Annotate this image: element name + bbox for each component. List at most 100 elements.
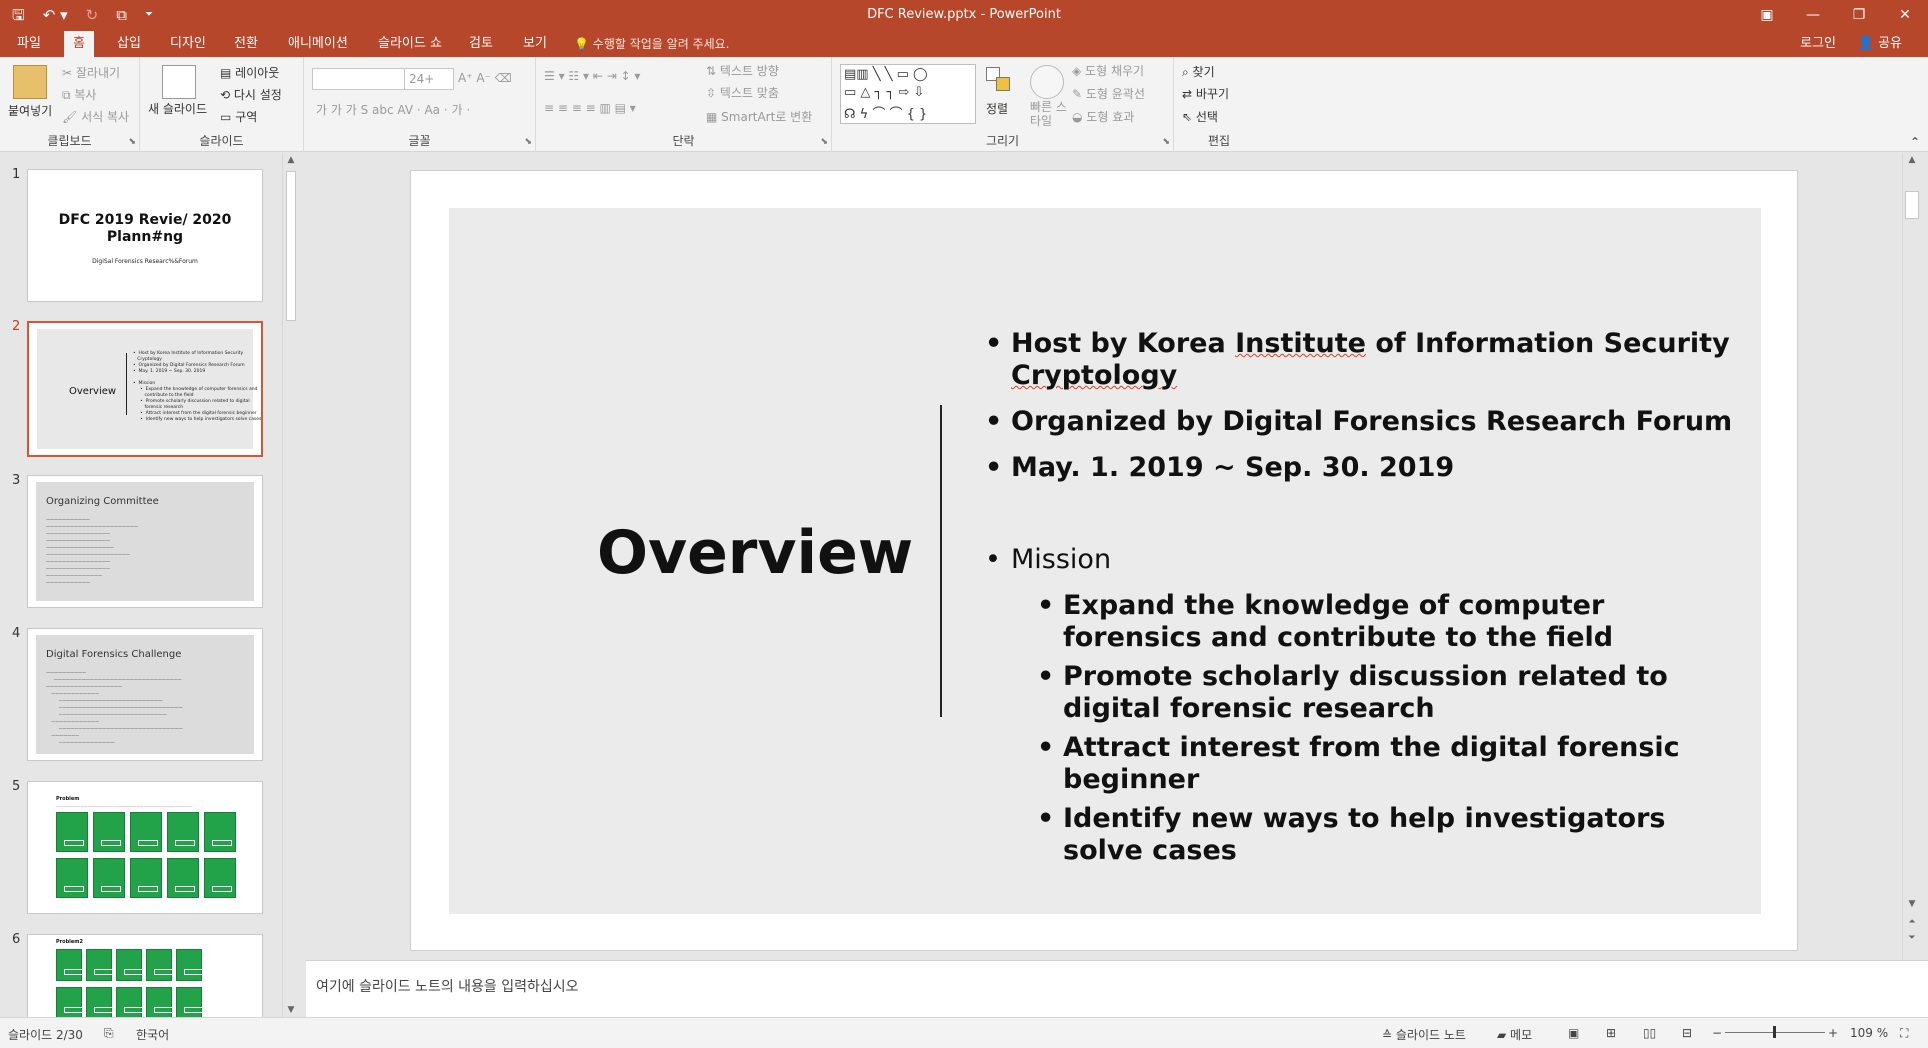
align-buttons-icon[interactable]: ≡ ≡ ≡ ≡ ▥ ▤ ▾ [544,101,636,115]
clipboard-launcher-icon[interactable]: ⬊ [128,137,136,147]
layout-button[interactable]: ▤ 레이아웃 [220,64,279,81]
scroll-down-icon[interactable]: ▼ [1903,899,1921,909]
shape-fill-button[interactable]: ◈ 도형 채우기 [1072,62,1144,79]
person-icon: 👤 [1857,36,1874,51]
tab-review[interactable]: 검토 [460,31,502,57]
align-text-button[interactable]: ⇳ 텍스트 맞춤 [706,84,779,101]
scrollbar-thumb[interactable] [286,171,296,321]
paste-button[interactable]: 붙여넣기 [8,102,52,119]
font-launcher-icon[interactable]: ⬊ [524,137,532,147]
scroll-up-icon[interactable]: ▲ [1903,155,1921,165]
text-direction-button[interactable]: ⇅ 텍스트 방향 [706,62,779,79]
slideshow-view-icon[interactable]: ⊟ [1682,1026,1692,1040]
tab-transitions[interactable]: 전환 [225,31,267,57]
tab-animations[interactable]: 애니메이션 [279,31,357,57]
arrange-icon[interactable] [982,65,1016,99]
slide-thumbnail-5[interactable]: Problem ————————————————————————————————… [27,781,263,914]
arrange-button[interactable]: 정렬 [986,100,1008,117]
slide-thumbnail-6[interactable]: Problem2 [27,934,263,1018]
slide-thumbnail-4[interactable]: Digital Forensics Challenge —————————— —… [27,628,263,761]
zoom-slider-handle[interactable] [1773,1026,1776,1038]
slide-thumbnail-3[interactable]: Organizing Committee ——————————— ———————… [27,475,263,608]
paragraph-group: ☰ ▾ ☷ ▾ ⇤ ⇥ ↕ ▾ ⇅ 텍스트 방향 ⇳ 텍스트 맞춤 ▦ Smar… [536,57,832,152]
notes-toggle-button[interactable]: ≙ 슬라이드 노트 [1382,1026,1466,1043]
quick-styles-button[interactable]: 빠른 스타일 [1030,100,1072,128]
thumbnails-scrollbar[interactable]: ▲ ▼ [282,153,298,1017]
shape-effects-button[interactable]: ◒ 도형 효과 [1072,108,1134,125]
quick-styles-icon[interactable] [1030,65,1064,99]
new-slide-button[interactable]: 새 슬라이드 [148,100,207,117]
thumb-green-box [167,858,199,898]
basic-shapes-icon[interactable]: ▭ △ ┐ ┐ ⇨ ⇩ [844,85,924,100]
find-button[interactable]: ⌕ 찾기 [1182,63,1215,80]
comments-button[interactable]: ▰ 메모 [1497,1026,1532,1043]
reset-button[interactable]: ⟲ 다시 설정 [220,86,282,103]
copy-button[interactable]: ⧉ 복사 [62,86,96,103]
tab-slideshow[interactable]: 슬라이드 쇼 [369,31,451,57]
paste-icon[interactable] [13,65,47,99]
thumb-number: 2 [12,319,21,334]
drawing-launcher-icon[interactable]: ⬊ [1162,137,1170,147]
section-button[interactable]: ▭ 구역 [220,108,257,125]
thumb-background: Overview • Host by Korea Institute of In… [37,329,261,449]
tab-home[interactable]: 홈 [64,31,94,57]
scrollbar-thumb[interactable] [1905,191,1919,219]
maximize-icon[interactable]: ❐ [1836,0,1882,31]
list-buttons-icon[interactable]: ☰ ▾ ☷ ▾ ⇤ ⇥ ↕ ▾ [544,69,640,83]
collapse-ribbon-icon[interactable]: ⌃ [1910,135,1920,149]
scroll-down-icon[interactable]: ▼ [283,1005,299,1015]
freeform-shapes-icon[interactable]: ☊ ϟ ⌒ ⌒ { } [844,103,927,122]
smartart-button[interactable]: ▦ SmartArt로 변환 [706,108,812,125]
textbox-shape-icon[interactable]: ▤▥ ╲ ╲ ▭ ◯ [844,67,928,82]
zoom-level[interactable]: 109 % [1850,1026,1888,1040]
cut-button[interactable]: ✂ 잘라내기 [62,64,120,81]
slide-canvas[interactable]: Overview Host by Korea Institute of Info… [410,170,1798,951]
slides-group-label: 슬라이드 [199,134,244,148]
font-grow-shrink-icon[interactable]: A⁺ A⁻ ⌫ [458,71,512,85]
new-slide-icon[interactable] [162,65,196,99]
zoom-in-icon[interactable]: + [1828,1026,1838,1040]
shapes-gallery[interactable]: ▤▥ ╲ ╲ ▭ ◯ ▭ △ ┐ ┐ ⇨ ⇩ ☊ ϟ ⌒ ⌒ { } [840,64,976,124]
font-name-combo[interactable] [312,68,408,90]
thumb-green-box [56,858,88,898]
effects-icon: ◒ [1072,110,1087,124]
replace-button[interactable]: ⇄ 바꾸기 [1182,85,1229,102]
search-icon: ⌕ [1182,65,1193,79]
font-size-combo[interactable]: 24+ [404,68,454,90]
slide-bullet-list[interactable]: Host by Korea Institute of Information S… [985,328,1745,874]
format-painter-button[interactable]: 🖌 서식 복사 [62,108,129,125]
slides-group: 새 슬라이드 ▤ 레이아웃 ⟲ 다시 설정 ▭ 구역 슬라이드 [140,57,304,152]
tab-file[interactable]: 파일 [8,31,50,57]
slide-sorter-icon[interactable]: ⊞ [1606,1026,1616,1040]
thumb-green-box [130,858,162,898]
share-button[interactable]: 👤 공유 [1858,31,1902,57]
language-status[interactable]: 한국어 [136,1026,169,1043]
next-slide-icon[interactable]: ⏷ [1903,933,1921,943]
close-icon[interactable]: ✕ [1882,0,1928,31]
minimize-icon[interactable]: — [1790,0,1836,31]
reading-view-icon[interactable]: ▯▯ [1643,1026,1656,1040]
paragraph-launcher-icon[interactable]: ⬊ [820,137,828,147]
notes-pane[interactable]: 여기에 슬라이드 노트의 내용을 입력하십시오 [306,960,1928,1017]
tell-me-box[interactable]: 💡 수행할 작업을 알려 주세요. [574,31,729,57]
select-button[interactable]: ⇖ 선택 [1182,108,1218,125]
tab-insert[interactable]: 삽입 [108,31,150,57]
slide-title[interactable]: Overview [597,518,913,588]
shape-outline-button[interactable]: ✎ 도형 윤곽선 [1072,85,1145,102]
tab-view[interactable]: 보기 [514,31,556,57]
zoom-out-icon[interactable]: − [1712,1026,1722,1040]
fit-to-window-icon[interactable]: ⛶ [1900,1026,1908,1041]
login-link[interactable]: 로그인 [1800,31,1836,57]
slide-thumbnail-2[interactable]: Overview • Host by Korea Institute of In… [27,321,263,457]
font-style-buttons-icon[interactable]: 가 가 가 S abc AV · Aa · 가 · [316,101,470,118]
slide-thumbnail-1[interactable]: DFC 2019 Revie/ 2020 Plann#ng DigiSal Fo… [27,169,263,302]
spellcheck-status-icon[interactable]: ⎘ [104,1026,114,1041]
normal-view-icon[interactable]: ▣ [1568,1026,1579,1040]
thumb-number: 5 [12,779,21,794]
editor-scrollbar[interactable]: ▲ ▼ ⏶ ⏷ [1902,153,1928,960]
scroll-up-icon[interactable]: ▲ [283,155,299,165]
sub-bullet-item: Promote scholarly discussion related to … [1037,661,1745,725]
ribbon-display-options-icon[interactable]: ▣ [1744,0,1790,31]
tab-design[interactable]: 디자인 [161,31,215,57]
previous-slide-icon[interactable]: ⏶ [1903,917,1921,927]
